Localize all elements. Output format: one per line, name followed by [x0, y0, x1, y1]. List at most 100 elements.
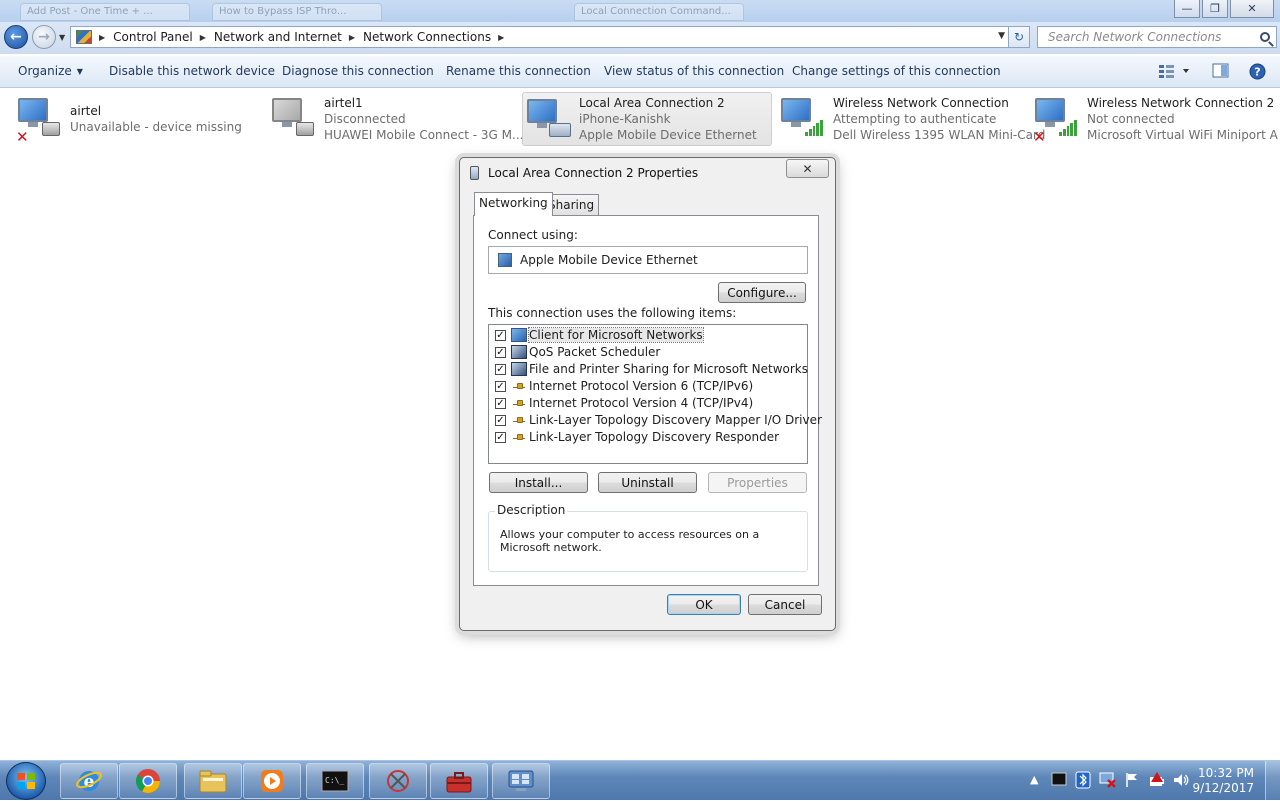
connection-tile-wireless-network-connection[interactable]: Wireless Network Connection Attempting t…	[779, 92, 1045, 146]
list-item[interactable]: ✓ QoS Packet Scheduler	[495, 344, 660, 360]
cancel-button[interactable]: Cancel	[748, 594, 822, 615]
rename-connection-button[interactable]: Rename this connection	[446, 64, 591, 78]
taskbar-toolbox[interactable]	[430, 763, 488, 799]
refresh-button[interactable]: ↻	[1008, 26, 1030, 48]
taskbar-chrome[interactable]	[119, 763, 177, 799]
taskbar-snipping-tool[interactable]	[369, 763, 427, 799]
item-checkbox[interactable]: ✓	[495, 329, 506, 341]
connection-tile-local-area-connection-2[interactable]: Local Area Connection 2 iPhone-Kanishk A…	[522, 92, 772, 146]
search-input[interactable]	[1046, 29, 1250, 45]
start-button[interactable]	[6, 762, 46, 800]
background-tab: How to Bypass ISP Thro...	[212, 3, 382, 21]
organize-menu[interactable]: Organize ▼	[18, 64, 83, 78]
item-label: Internet Protocol Version 6 (TCP/IPv6)	[529, 379, 754, 393]
chevron-right-icon[interactable]: ▶	[498, 33, 504, 42]
taskbar-network-connections[interactable]	[492, 763, 550, 799]
protocol-icon	[511, 413, 527, 427]
tray-power[interactable]	[1148, 771, 1166, 792]
tray-network-status[interactable]	[1099, 771, 1117, 792]
tray-volume[interactable]	[1172, 771, 1190, 792]
list-item[interactable]: ✓ Client for Microsoft Networks	[495, 327, 704, 343]
windows-logo-icon	[17, 773, 35, 789]
adapter-name: Apple Mobile Device Ethernet	[520, 253, 698, 267]
tab-networking[interactable]: Networking	[474, 192, 553, 216]
tray-command-prompt[interactable]	[1051, 771, 1067, 790]
speaker-icon	[1174, 774, 1189, 786]
maximize-button[interactable]: ❐	[1202, 0, 1228, 18]
item-checkbox[interactable]: ✓	[495, 414, 506, 426]
address-dropdown-icon[interactable]: ▼	[998, 31, 1005, 41]
connection-tile-wireless-network-connection-2[interactable]: ✕ Wireless Network Connection 2 Not conn…	[1033, 92, 1278, 146]
snipping-tool-icon	[387, 770, 409, 792]
address-row: ← → ▼ ▶ Control Panel ▶ Network and Inte…	[0, 22, 1280, 54]
list-item[interactable]: ✓ File and Printer Sharing for Microsoft…	[495, 361, 808, 377]
show-hidden-icons-button[interactable]: ▲	[1030, 773, 1038, 786]
forward-button[interactable]: →	[32, 25, 56, 49]
diagnose-connection-button[interactable]: Diagnose this connection	[282, 64, 434, 78]
item-label: Internet Protocol Version 4 (TCP/IPv4)	[529, 396, 754, 410]
chevron-right-icon[interactable]: ▶	[99, 33, 105, 42]
chevron-right-icon[interactable]: ▶	[200, 33, 206, 42]
close-icon: ✕	[802, 161, 813, 176]
networking-panel: Connect using: Apple Mobile Device Ether…	[473, 215, 822, 586]
breadcrumb-network-connections[interactable]: Network Connections	[363, 30, 491, 44]
tray-bluetooth[interactable]	[1075, 771, 1091, 792]
taskbar-file-explorer[interactable]	[184, 763, 242, 799]
items-list[interactable]: ✓ Client for Microsoft Networks ✓ QoS Pa…	[488, 324, 822, 464]
change-settings-button[interactable]: Change settings of this connection	[792, 64, 1001, 78]
breadcrumb-control-panel[interactable]: Control Panel	[113, 30, 193, 44]
ok-button[interactable]: OK	[667, 594, 741, 615]
minimize-button[interactable]: —	[1174, 0, 1200, 18]
arrow-left-icon: ←	[10, 29, 22, 45]
list-item[interactable]: ✓ Link-Layer Topology Discovery Mapper I…	[495, 412, 822, 428]
configure-button[interactable]: Configure...	[718, 282, 806, 303]
item-checkbox[interactable]: ✓	[495, 431, 506, 443]
view-status-button[interactable]: View status of this connection	[604, 64, 784, 78]
recent-pages-dropdown[interactable]: ▼	[59, 33, 65, 42]
dialog-close-button[interactable]: ✕	[786, 159, 829, 178]
tray-action-center[interactable]	[1124, 771, 1140, 792]
show-desktop-button[interactable]	[1265, 761, 1280, 801]
list-item[interactable]: ✓ Internet Protocol Version 4 (TCP/IPv4)	[495, 395, 753, 411]
taskbar-internet-explorer[interactable]: e	[60, 763, 118, 799]
taskbar-media-player[interactable]	[243, 763, 301, 799]
connection-tile-airtel[interactable]: ✕ airtel Unavailable - device missing	[16, 92, 256, 146]
properties-button[interactable]: Properties	[708, 472, 807, 493]
disable-device-button[interactable]: Disable this network device	[109, 64, 275, 78]
connection-name: Wireless Network Connection	[833, 96, 1009, 110]
taskbar-command-prompt[interactable]: C:\_	[306, 763, 364, 799]
search-icon[interactable]	[1260, 32, 1270, 42]
item-checkbox[interactable]: ✓	[495, 397, 506, 409]
uninstall-button[interactable]: Uninstall	[598, 472, 697, 493]
svg-text:?: ?	[1254, 66, 1260, 79]
command-prompt-icon: C:\_	[321, 770, 349, 792]
back-button[interactable]: ←	[4, 25, 28, 49]
item-label: File and Printer Sharing for Microsoft N…	[529, 362, 808, 376]
protocol-icon	[511, 430, 527, 444]
help-button[interactable]: ?	[1249, 63, 1266, 83]
item-label: Link-Layer Topology Discovery Responder	[529, 430, 780, 444]
install-button[interactable]: Install...	[489, 472, 588, 493]
command-prompt-tray-icon	[1051, 772, 1067, 786]
search-box[interactable]	[1037, 26, 1277, 48]
breadcrumb-network-and-internet[interactable]: Network and Internet	[214, 30, 342, 44]
connection-status: Not connected	[1087, 112, 1175, 126]
address-bar[interactable]: ▶ Control Panel ▶ Network and Internet ▶…	[70, 26, 1030, 48]
chevron-right-icon[interactable]: ▶	[349, 33, 355, 42]
chevron-down-icon: ▼	[76, 67, 83, 76]
connection-tile-airtel1[interactable]: airtel1 Disconnected HUAWEI Mobile Conne…	[270, 92, 523, 146]
connection-status: Attempting to authenticate	[833, 112, 997, 126]
connection-name: airtel	[70, 104, 102, 118]
system-clock[interactable]: 10:32 PM 9/12/2017	[1192, 766, 1254, 796]
close-window-button[interactable]: ✕	[1230, 0, 1274, 18]
list-item[interactable]: ✓ Internet Protocol Version 6 (TCP/IPv6)	[495, 378, 753, 394]
item-checkbox[interactable]: ✓	[495, 363, 506, 375]
item-checkbox[interactable]: ✓	[495, 380, 506, 392]
item-checkbox[interactable]: ✓	[495, 346, 506, 358]
preview-pane-button[interactable]	[1212, 63, 1230, 82]
list-item[interactable]: ✓ Link-Layer Topology Discovery Responde…	[495, 429, 779, 445]
item-label: Client for Microsoft Networks	[528, 327, 704, 343]
modem-icon	[272, 98, 314, 138]
view-options-button[interactable]	[1158, 63, 1190, 82]
window-titlebar: Add Post - One Time + ... How to Bypass …	[0, 0, 1280, 22]
